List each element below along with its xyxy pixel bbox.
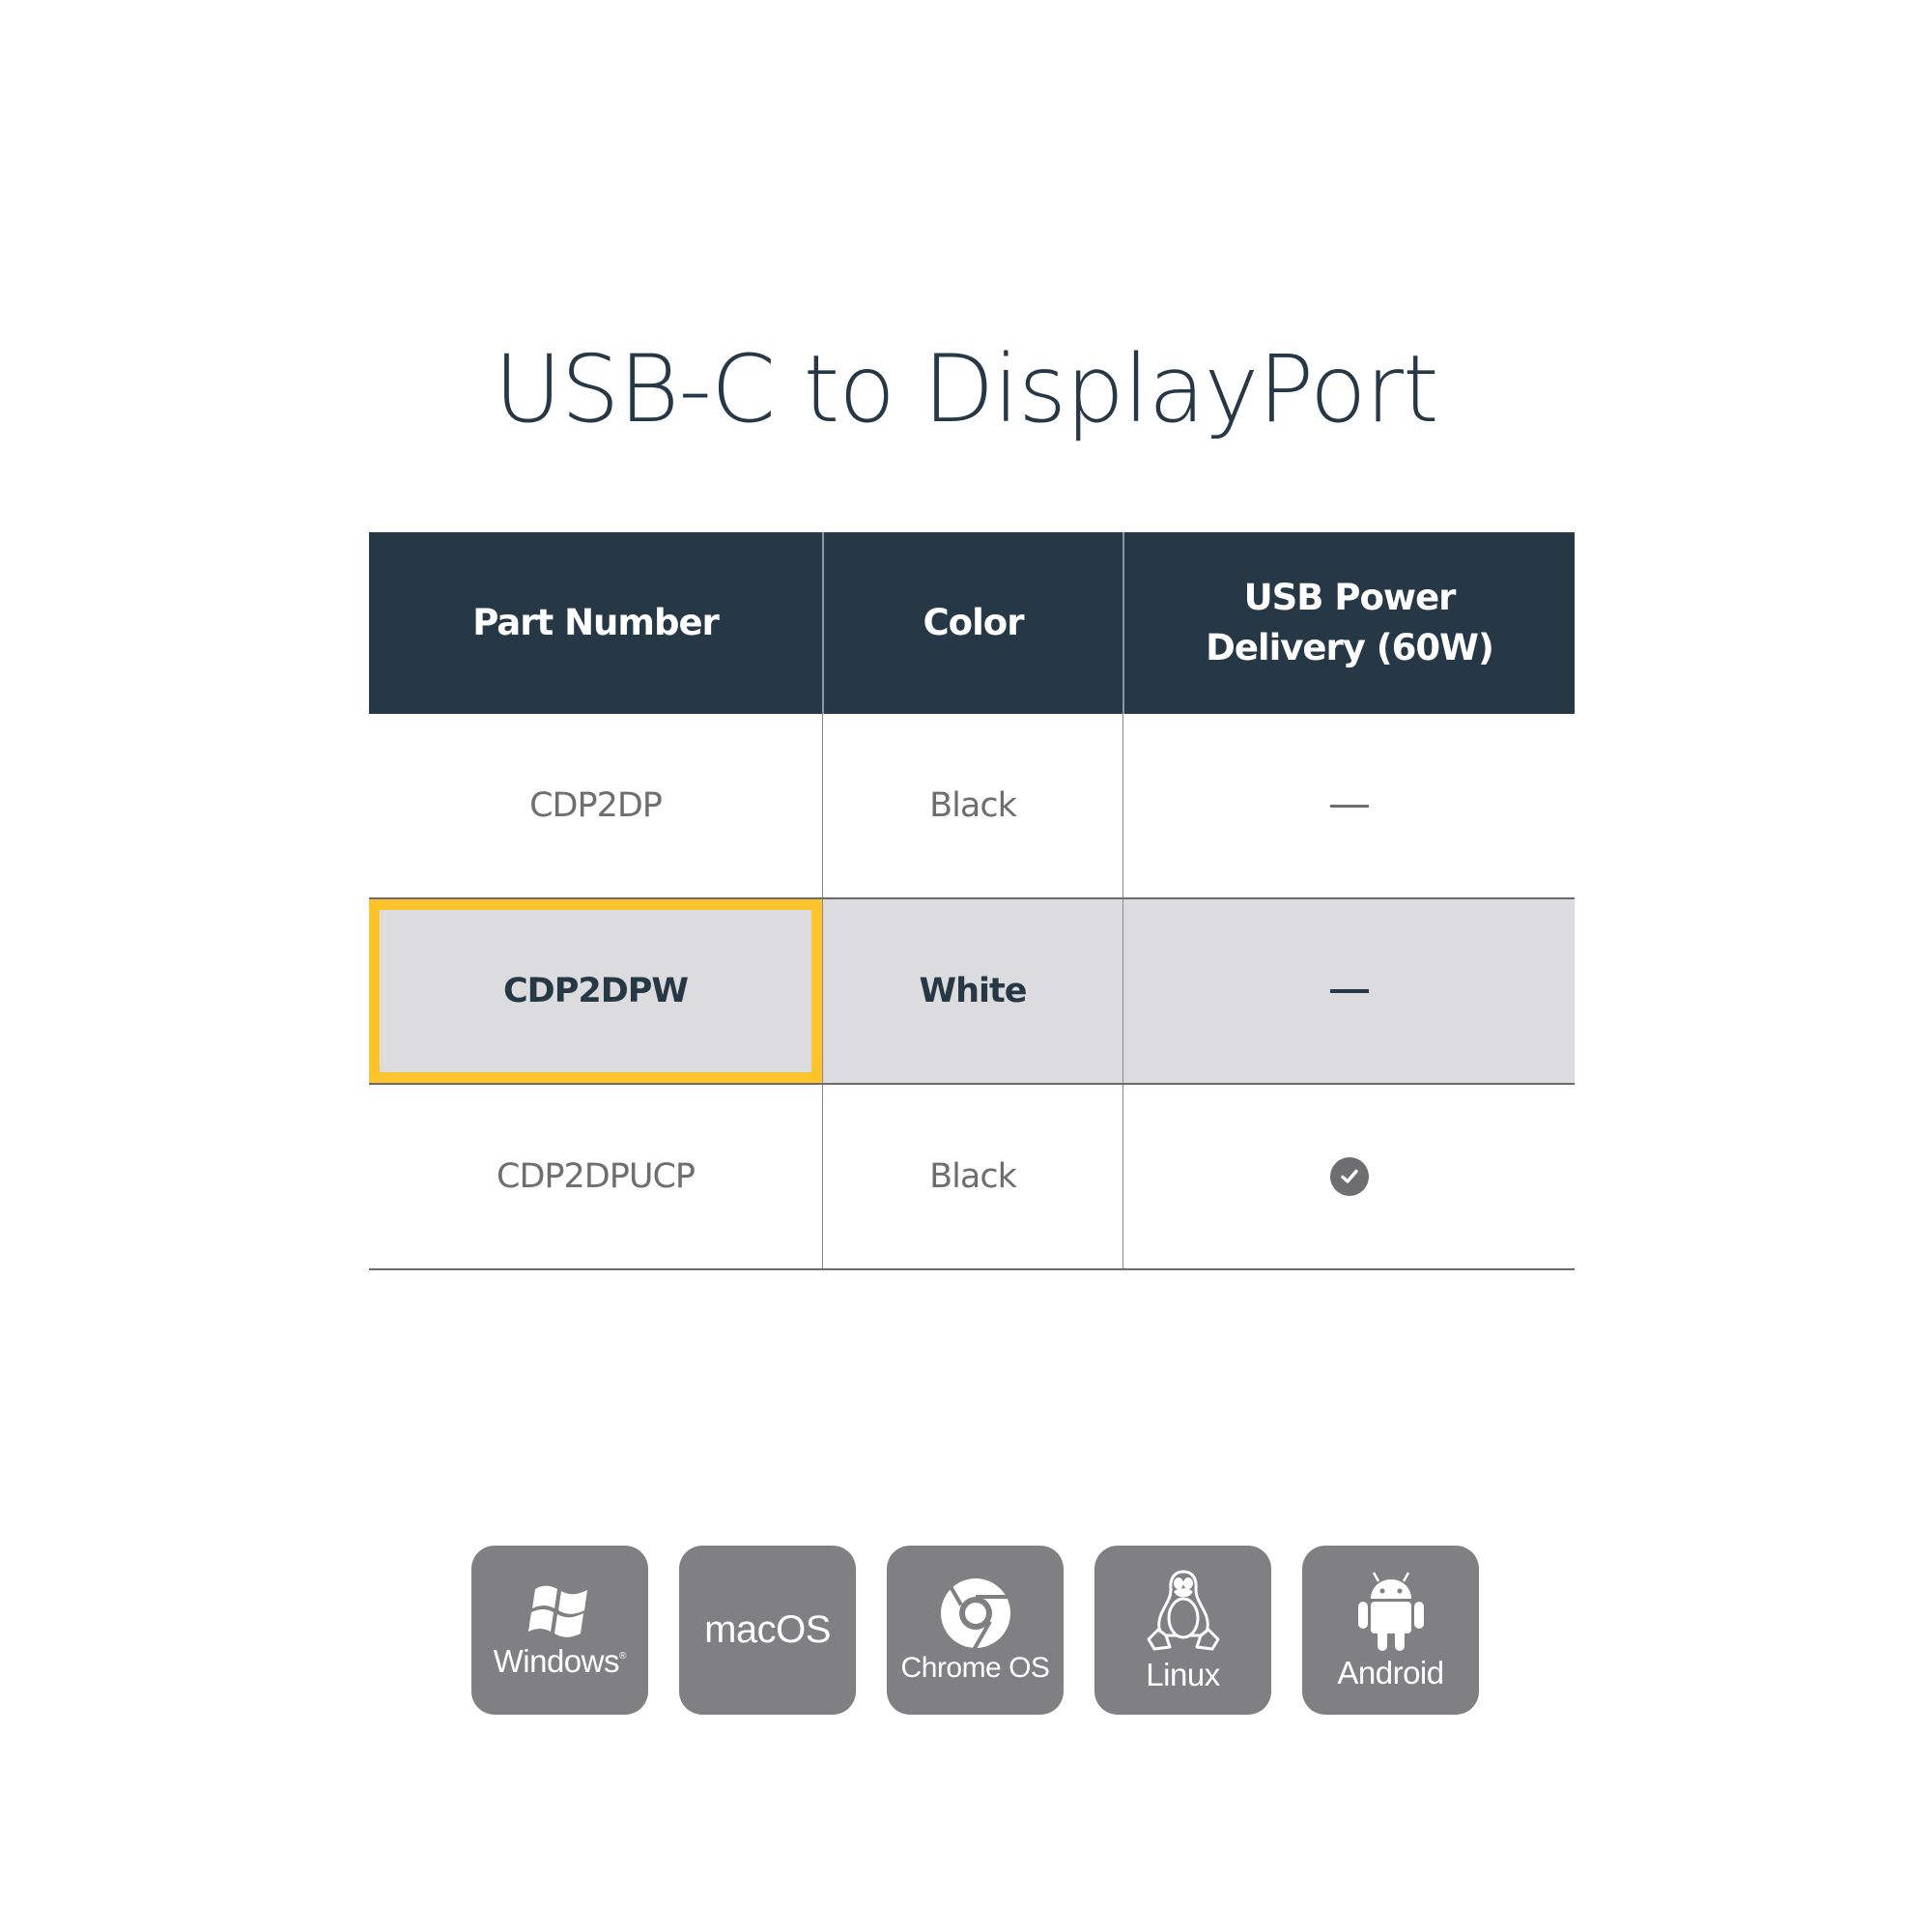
header-usb-power-delivery-label: USB Power Delivery (60W) (1206, 577, 1494, 668)
os-tile-linux: Linux (1094, 1546, 1271, 1715)
table-row-highlighted: CDP2DPW White (369, 899, 1575, 1085)
cell-color: White (822, 899, 1122, 1083)
os-tile-android: Android (1302, 1546, 1479, 1715)
cell-color: Black (822, 1085, 1122, 1268)
chrome-logo-icon (940, 1576, 1010, 1650)
dash-icon (1329, 804, 1369, 808)
comparison-table: Part Number Color USB Power Delivery (60… (369, 532, 1575, 1270)
windows-logo-icon (527, 1585, 587, 1637)
tux-penguin-icon (1147, 1570, 1219, 1650)
os-tile-macos: macOS (679, 1546, 856, 1715)
os-label-windows: Windows (493, 1642, 620, 1679)
os-tile-chrome-os: Chrome OS (887, 1546, 1064, 1715)
cell-usb-pd (1122, 1085, 1575, 1268)
os-tile-windows: Windows® (471, 1546, 648, 1715)
os-label-linux: Linux (1146, 1656, 1220, 1692)
trademark-symbol: ® (619, 1650, 627, 1662)
page-title: USB-C to DisplayPort (494, 335, 1438, 443)
os-compatibility-list: Windows® macOS Chrome OS Linux Android (471, 1546, 1479, 1715)
cell-color: Black (822, 714, 1122, 897)
header-part-number: Part Number (472, 602, 720, 643)
os-label-chrome-os: Chrome OS (900, 1651, 1050, 1684)
check-circle-icon (1329, 1157, 1369, 1196)
cell-part-number-highlighted: CDP2DPW (369, 899, 822, 1083)
cell-part-number: CDP2DPUCP (497, 1157, 696, 1196)
table-header-row: Part Number Color USB Power Delivery (60… (369, 532, 1575, 714)
os-label-macos: macOS (704, 1608, 831, 1651)
table-row: CDP2DP Black (369, 714, 1575, 899)
cell-part-number: CDP2DP (529, 786, 663, 825)
os-label-android: Android (1337, 1654, 1444, 1690)
cell-usb-pd (1122, 714, 1575, 897)
android-robot-icon (1357, 1571, 1424, 1651)
header-color: Color (822, 532, 1122, 714)
dash-icon (1329, 989, 1369, 993)
cell-usb-pd (1122, 899, 1575, 1083)
header-usb-power-delivery: USB Power Delivery (60W) (1122, 532, 1575, 714)
table-row: CDP2DPUCP Black (369, 1085, 1575, 1270)
